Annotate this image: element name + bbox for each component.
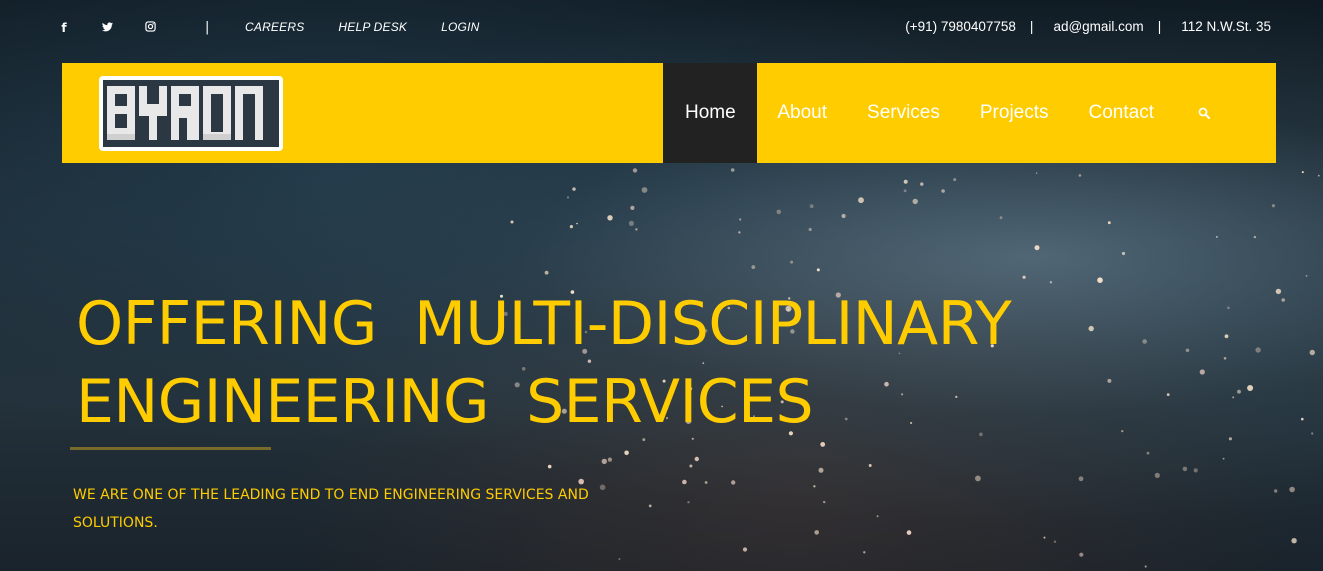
main-navigation: Home About Services Projects Contact <box>663 63 1276 163</box>
instagram-icon[interactable] <box>144 20 156 36</box>
topbar-links: CAREERS HELP DESK LOGIN <box>245 20 513 34</box>
contact-info: (+91) 7980407758 | ad@gmail.com | 112 N.… <box>905 19 1271 34</box>
nav-projects[interactable]: Projects <box>960 63 1069 163</box>
contact-separator: | <box>1029 19 1034 34</box>
nav-home[interactable]: Home <box>663 63 758 163</box>
top-bar: f | CAREERS HELP DESK LOGIN (+91) 798040… <box>0 0 1323 56</box>
street-address: 112 N.W.St. 35 <box>1181 19 1271 34</box>
nav-services[interactable]: Services <box>847 63 960 163</box>
facebook-icon[interactable]: f <box>58 20 70 36</box>
search-icon[interactable] <box>1174 63 1276 163</box>
hero-headline-line-2: ENGINEERING SERVICES <box>76 367 814 437</box>
topbar-divider: | <box>205 20 210 35</box>
hero-headline: OFFERING MULTI-DISCIPLINARY ENGINEERING … <box>76 285 1012 441</box>
main-header: Home About Services Projects Contact <box>62 63 1276 163</box>
login-link[interactable]: LOGIN <box>441 20 479 34</box>
social-links: f <box>58 20 156 36</box>
twitter-icon[interactable] <box>101 20 113 36</box>
phone-number: (+91) 7980407758 <box>905 19 1016 34</box>
hero-headline-line-1: OFFERING MULTI-DISCIPLINARY <box>76 289 1012 359</box>
hero-subtitle: WE ARE ONE OF THE LEADING END TO END ENG… <box>73 487 589 531</box>
nav-contact[interactable]: Contact <box>1069 63 1174 163</box>
contact-separator: | <box>1157 19 1162 34</box>
hero-divider <box>70 447 271 450</box>
careers-link[interactable]: CAREERS <box>245 20 304 34</box>
help-desk-link[interactable]: HELP DESK <box>338 20 407 34</box>
byron-logo[interactable] <box>99 76 283 151</box>
email-address: ad@gmail.com <box>1053 19 1144 34</box>
logo-wordmark-graphic <box>103 80 279 147</box>
nav-about[interactable]: About <box>757 63 847 163</box>
